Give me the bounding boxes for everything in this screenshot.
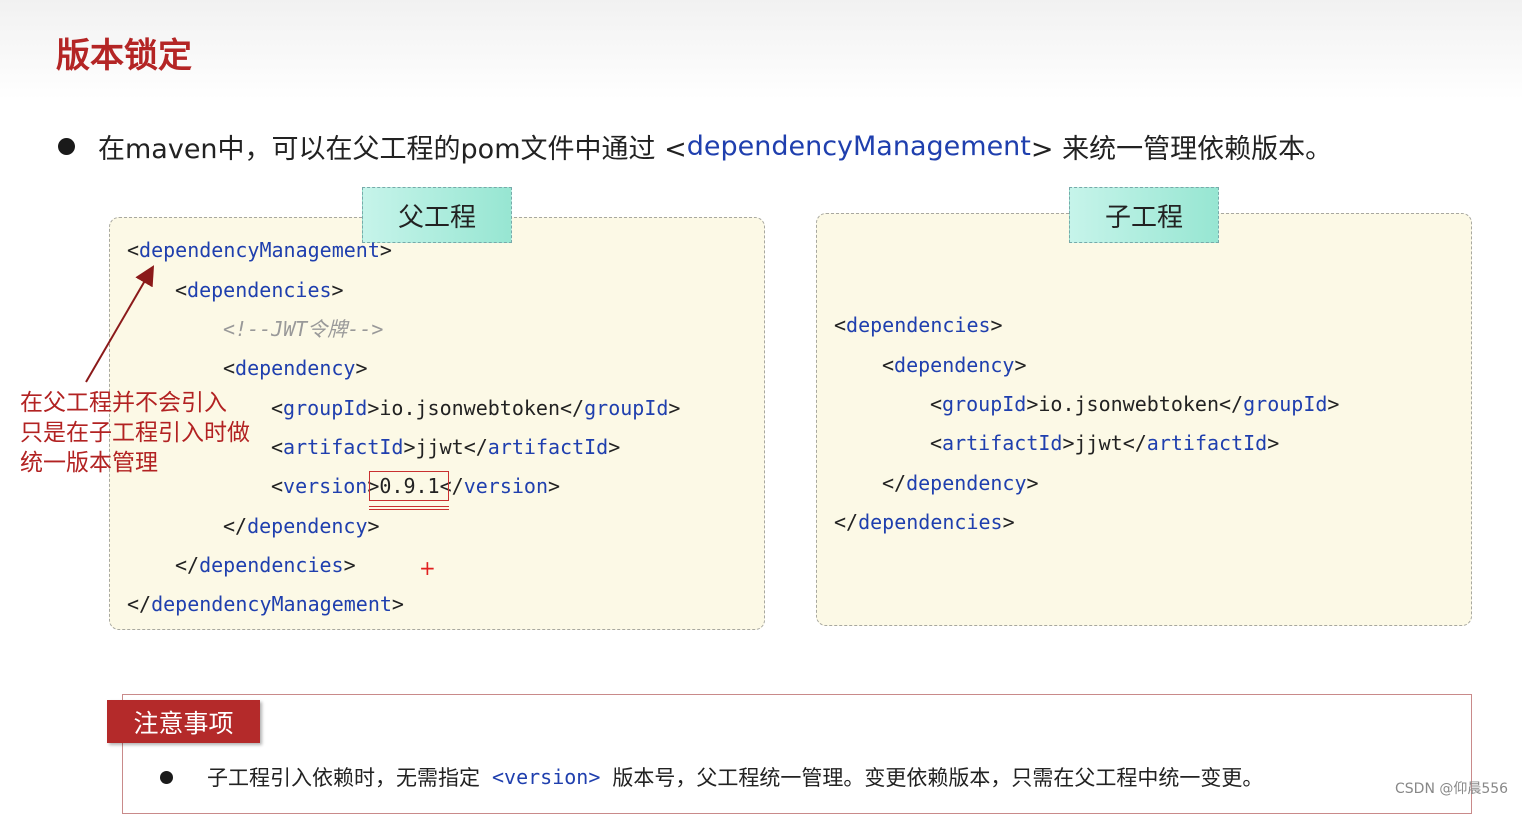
code-line-deps-open: <dependencies> bbox=[175, 278, 344, 302]
child-code-line-dep-open: <dependency> bbox=[882, 353, 1027, 377]
code-tag: dependencies bbox=[858, 510, 1003, 534]
code-tag: dependencies bbox=[199, 553, 344, 577]
code-tag: groupId bbox=[942, 392, 1027, 416]
plus-mark: + bbox=[419, 556, 436, 580]
version-highlight-box bbox=[369, 471, 449, 501]
code-tag: dependency bbox=[247, 514, 368, 538]
child-pom-panel bbox=[816, 213, 1472, 626]
code-line-dm-close: </dependencyManagement> bbox=[127, 592, 404, 616]
child-code-line-deps-close: </dependencies> bbox=[834, 510, 1015, 534]
code-tag: artifactId bbox=[1146, 431, 1268, 455]
child-pom-tab: 子工程 bbox=[1069, 187, 1219, 243]
header-band bbox=[0, 0, 1522, 100]
child-code-line-groupid: <groupId>io.jsonwebtoken</groupId> bbox=[930, 392, 1340, 416]
bullet-dot-icon bbox=[160, 770, 173, 784]
code-line-comment: <!--JWT令牌--> bbox=[223, 317, 384, 341]
version-underline bbox=[369, 506, 449, 510]
code-line-deps-close: </dependencies> bbox=[175, 553, 356, 577]
code-line-dm-open: <dependencyManagement> bbox=[127, 238, 392, 262]
code-line-dep-close: </dependency> bbox=[223, 514, 380, 538]
parent-pom-tab: 父工程 bbox=[362, 187, 512, 243]
code-tag: artifactId bbox=[942, 431, 1063, 455]
code-tag: dependencyManagement bbox=[139, 238, 380, 262]
code-tag: dependencies bbox=[846, 313, 991, 337]
intro-suffix: > 来统一管理依赖版本。 bbox=[1030, 133, 1333, 165]
child-code-line-deps-open: <dependencies> bbox=[834, 313, 1003, 337]
child-code-line-artifactid: <artifactId>jjwt</artifactId> bbox=[930, 431, 1280, 455]
intro-prefix: 在maven中，可以在父工程的pom文件中通过 < bbox=[98, 133, 687, 165]
code-line-groupid: <groupId>io.jsonwebtoken</groupId> bbox=[271, 396, 681, 420]
code-line-artifactid: <artifactId>jjwt</artifactId> bbox=[271, 435, 621, 459]
note-label: 注意事项 bbox=[107, 700, 260, 743]
code-tag: groupId bbox=[1243, 392, 1328, 416]
code-value: io.jsonwebtoken bbox=[379, 396, 561, 420]
annotation-text: 在父工程并不会引入 只是在子工程引入时做 统一版本管理 bbox=[20, 388, 250, 478]
code-tag: artifactId bbox=[487, 435, 609, 459]
annotation-line: 在父工程并不会引入 bbox=[20, 390, 227, 416]
intro-keyword: dependencyManagement bbox=[686, 130, 1031, 162]
annotation-line: 只是在子工程引入时做 bbox=[20, 420, 250, 446]
code-value: jjwt bbox=[1074, 431, 1123, 455]
code-tag: groupId bbox=[584, 396, 669, 420]
code-tag: dependency bbox=[235, 356, 356, 380]
code-tag: artifactId bbox=[283, 435, 404, 459]
code-value: io.jsonwebtoken bbox=[1038, 392, 1220, 416]
code-tag: version bbox=[463, 474, 548, 498]
annotation-line: 统一版本管理 bbox=[20, 450, 158, 476]
note-prefix: 子工程引入依赖时，无需指定 bbox=[207, 766, 480, 790]
code-value: jjwt bbox=[415, 435, 464, 459]
note-suffix: 版本号，父工程统一管理。变更依赖版本，只需在父工程中统一变更。 bbox=[612, 766, 1264, 790]
child-code-line-dep-close: </dependency> bbox=[882, 471, 1039, 495]
intro-bullet: 在maven中，可以在父工程的pom文件中通过 < dependencyManag… bbox=[56, 126, 1332, 166]
code-tag: dependencyManagement bbox=[151, 592, 392, 616]
code-tag: dependencies bbox=[187, 278, 332, 302]
code-tag: groupId bbox=[283, 396, 368, 420]
code-line-dep-open: <dependency> bbox=[223, 356, 368, 380]
bullet-dot-icon bbox=[58, 137, 75, 155]
code-tag: version bbox=[283, 474, 368, 498]
code-tag: dependency bbox=[906, 471, 1027, 495]
page-title: 版本锁定 bbox=[56, 36, 192, 76]
note-code: <version> bbox=[492, 765, 601, 789]
watermark: CSDN @仰晨556 bbox=[1395, 781, 1509, 797]
note-box bbox=[122, 694, 1472, 814]
note-bullet: 子工程引入依赖时，无需指定 <version> 版本号，父工程统一管理。变更依赖… bbox=[160, 760, 1263, 794]
code-tag: dependency bbox=[894, 353, 1015, 377]
